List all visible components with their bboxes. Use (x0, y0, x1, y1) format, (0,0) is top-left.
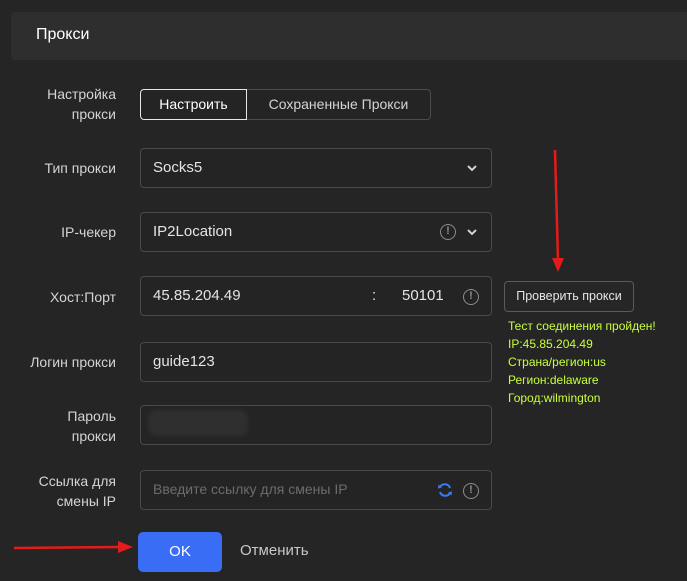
arrow-icon (552, 149, 564, 272)
arrow-icon (13, 541, 133, 553)
tab-configure[interactable]: Настроить (140, 89, 247, 120)
annotation-arrows (13, 149, 564, 553)
